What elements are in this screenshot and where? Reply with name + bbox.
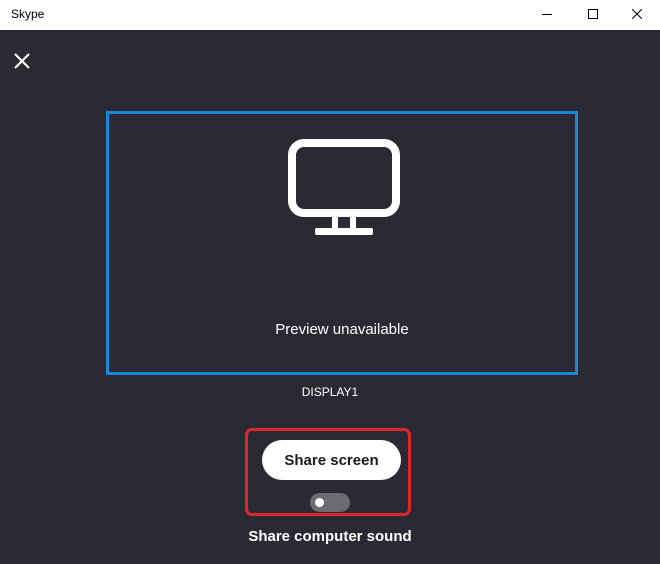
- maximize-icon: [588, 6, 598, 24]
- close-icon: [14, 52, 30, 74]
- minimize-button[interactable]: [524, 0, 570, 30]
- close-icon: [631, 6, 643, 24]
- share-screen-button[interactable]: Share screen: [262, 440, 401, 480]
- share-sound-label: Share computer sound: [248, 528, 412, 545]
- screen-preview[interactable]: Preview unavailable: [106, 111, 578, 375]
- window-title: Skype: [11, 7, 45, 21]
- maximize-button[interactable]: [570, 0, 616, 30]
- display-name: DISPLAY1: [301, 385, 359, 399]
- window-close-button[interactable]: [614, 0, 660, 30]
- minimize-icon: [542, 6, 552, 24]
- skype-window: Skype Preview unavailable DISPLAY1 Share…: [0, 0, 660, 564]
- panel-close-button[interactable]: [11, 52, 33, 74]
- title-bar: Skype: [0, 0, 660, 30]
- toggle-knob: [315, 498, 324, 507]
- preview-unavailable-text: Preview unavailable: [275, 321, 409, 338]
- share-sound-toggle[interactable]: [310, 493, 350, 512]
- monitor-icon: [287, 138, 401, 243]
